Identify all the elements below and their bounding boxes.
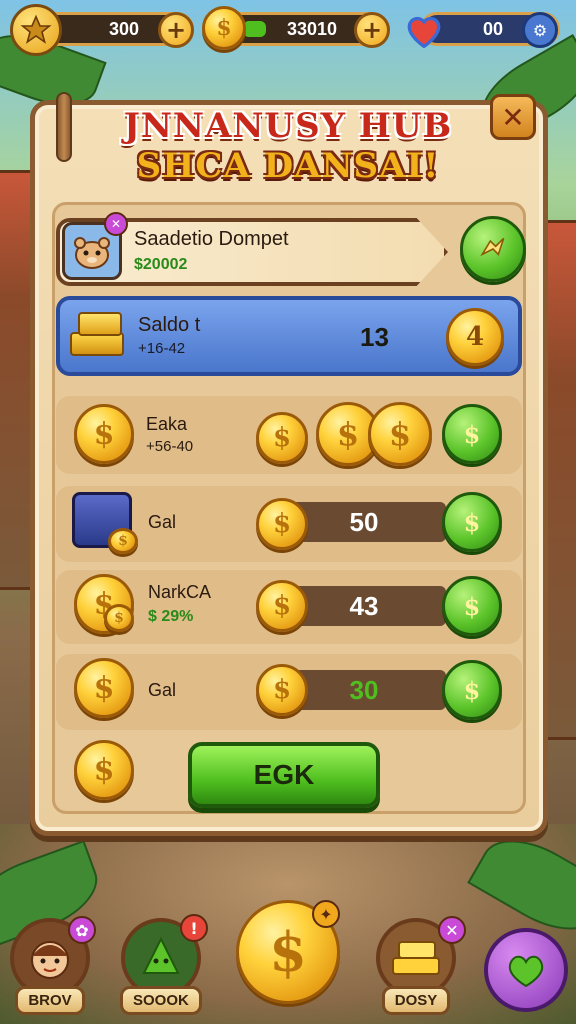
coin-icon: $ [74, 404, 134, 464]
row-3-sub: $ 29% [148, 608, 194, 625]
nav-label-soook: SOOOK [120, 986, 202, 1015]
add-stars-button[interactable]: + [158, 12, 194, 48]
panel-title-line2: SHCA DANSAI! [136, 146, 440, 186]
row-2-name: Gal [148, 512, 177, 532]
badge-icon: ✕ [104, 212, 128, 236]
row-4-name: Gal [148, 680, 177, 700]
featured-name: Saadetio Dompet [134, 228, 289, 250]
nav-label-dosy: DOSY [381, 986, 451, 1015]
coin-icon: $ [74, 658, 134, 718]
coins-value: 33010 [287, 18, 338, 39]
nav-label-brov: BROV [15, 986, 85, 1015]
buy-button-3[interactable]: $ [442, 576, 502, 636]
gold-bars-icon [70, 306, 126, 364]
wallet-name: Saldo t [138, 314, 201, 336]
row-1-name: Eaka [146, 414, 188, 434]
featured-action-button[interactable] [460, 216, 526, 282]
buy-button-2[interactable]: $ [442, 492, 502, 552]
buy-button-1[interactable]: $ [442, 404, 502, 464]
coin-icon: $ [256, 498, 308, 550]
nav-item-menu[interactable] [484, 928, 568, 1012]
coin-icon: $ [74, 740, 134, 800]
buy-button-4[interactable]: $ [442, 660, 502, 720]
row-3-name: NarkCA [148, 582, 212, 602]
settings-icon[interactable]: ⚙ [522, 12, 558, 48]
coin-icon: $ [256, 664, 308, 716]
star-icon [10, 4, 62, 56]
coin-icon: $ [256, 580, 308, 632]
add-coins-button[interactable]: + [354, 12, 390, 48]
coins-progress-bar [243, 21, 267, 37]
coin-icon: $ [108, 528, 138, 554]
badge-icon: ✕ [438, 916, 466, 944]
coin-badge-icon: ✦ [312, 900, 340, 928]
heart-icon [402, 8, 446, 52]
confirm-button[interactable]: EGK [188, 742, 380, 808]
lives-value: 00 [483, 18, 504, 39]
coin-stack-icon: $ [202, 6, 246, 50]
close-button[interactable]: ✕ [490, 94, 536, 140]
wallet-count: 13 [360, 322, 389, 352]
wallet-action-button[interactable]: 4 [446, 308, 504, 366]
flower-badge-icon: ✿ [68, 916, 96, 944]
coin-icon: $ [368, 402, 432, 466]
coin-icon: $ [256, 412, 308, 464]
alert-badge-icon: ! [180, 914, 208, 942]
wallet-sub: +16-42 [138, 340, 186, 357]
stars-value: 300 [109, 18, 140, 39]
row-1-sub: +56-40 [146, 438, 194, 455]
coin-icon: $ [104, 604, 134, 632]
featured-value: $20002 [134, 256, 188, 273]
